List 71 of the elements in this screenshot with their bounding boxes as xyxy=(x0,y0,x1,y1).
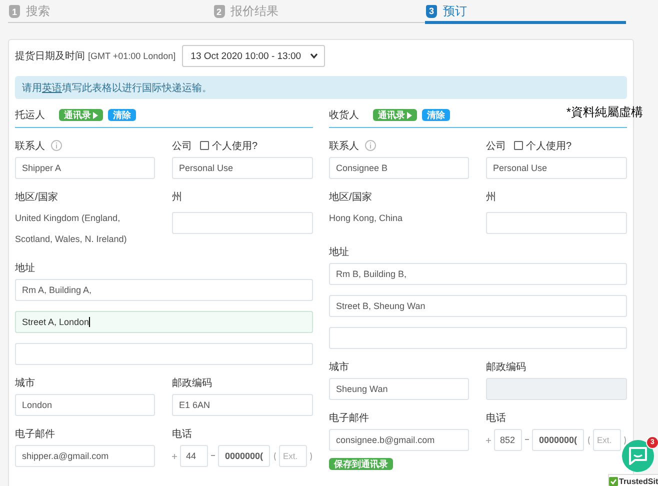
bracket-icon xyxy=(624,436,627,444)
extension-field[interactable]: Ext. xyxy=(593,429,621,451)
address-field[interactable]: Rm A, Building A, xyxy=(15,279,313,301)
contact-field[interactable]: Consignee B xyxy=(329,157,469,179)
contact-field[interactable]: Shipper A xyxy=(15,157,155,179)
plus-icon xyxy=(172,454,177,458)
country-code-field[interactable]: 852 xyxy=(494,429,522,451)
checkbox-label: 个人使用? xyxy=(526,140,572,152)
field-label: 公司 xyxy=(486,140,506,152)
company-field[interactable]: Personal Use xyxy=(172,157,313,179)
trust-badge[interactable]: TrustedSit xyxy=(608,474,658,486)
field-label: 电话 xyxy=(486,412,506,424)
city-field[interactable]: London xyxy=(15,394,155,416)
dash-icon xyxy=(525,439,529,441)
field-label: 地区/国家 xyxy=(15,190,58,204)
state-field[interactable] xyxy=(486,212,627,234)
dash-icon xyxy=(211,455,215,457)
triangle-icon xyxy=(93,112,98,118)
field-label: 地址 xyxy=(15,262,35,274)
party-title: 托运人 xyxy=(15,108,45,122)
bracket-icon xyxy=(310,452,313,460)
field-label: 联系人 xyxy=(15,140,45,152)
field-label: 电子邮件 xyxy=(15,428,55,440)
step-tab[interactable]: 3 预订 xyxy=(425,0,626,24)
field-label: 电子邮件 xyxy=(329,412,369,424)
info-icon xyxy=(365,140,376,151)
country-text: Hong Kong, China xyxy=(329,212,404,225)
email-field[interactable]: consignee.b@gmail.com xyxy=(329,429,469,451)
field-label: 邮政编码 xyxy=(172,376,212,390)
field-label: 州 xyxy=(172,190,182,204)
address-field[interactable] xyxy=(329,327,627,349)
phone-field[interactable]: 0000000( xyxy=(218,445,270,467)
triangle-icon xyxy=(407,112,412,118)
pickup-label: 提货日期及时间 xyxy=(15,50,85,63)
pickup-select[interactable]: 13 Oct 2020 10:00 - 13:00 xyxy=(182,45,326,67)
bracket-icon xyxy=(587,436,590,444)
notice-text: 请用英语填写此表格以进行国际快递运输。 xyxy=(22,82,212,94)
field-label: 州 xyxy=(486,190,496,204)
field-label: 电话 xyxy=(172,428,192,440)
postcode-field[interactable]: E1 6AN xyxy=(172,394,313,416)
phone-field[interactable]: 0000000( xyxy=(532,429,584,451)
language-link[interactable]: 英语 xyxy=(42,82,62,94)
address-field[interactable] xyxy=(15,343,313,365)
bracket-icon xyxy=(273,452,276,460)
field-label: 城市 xyxy=(15,376,35,390)
address-field[interactable]: Street B, Sheung Wan xyxy=(329,295,627,317)
annotation-text: *資料純屬虛構 xyxy=(566,104,643,121)
address-field[interactable]: Rm B, Building B, xyxy=(329,263,627,285)
party-title: 收货人 xyxy=(329,109,359,122)
chat-icon xyxy=(628,447,648,465)
country-text: United Kingdom (England, Scotland, Wales, N. Ireland) xyxy=(15,212,128,246)
field-label: 联系人 xyxy=(329,140,359,152)
caret-icon xyxy=(310,53,318,59)
company-field[interactable]: Personal Use xyxy=(486,157,627,179)
state-field[interactable] xyxy=(172,212,313,234)
checkbox[interactable] xyxy=(200,141,209,150)
email-field[interactable]: shipper.a@gmail.com xyxy=(15,445,155,467)
field-label: 城市 xyxy=(329,360,349,374)
address-field[interactable]: Street A, London xyxy=(15,311,313,333)
field-label: 地区/国家 xyxy=(329,190,372,204)
timezone-label: [GMT +01:00 London] xyxy=(88,51,176,61)
country-code-field[interactable]: 44 xyxy=(180,445,208,467)
info-icon xyxy=(51,140,62,151)
field-label: 地址 xyxy=(329,246,349,258)
field-label: 公司 xyxy=(172,140,192,152)
plus-icon xyxy=(486,438,491,442)
checkbox[interactable] xyxy=(514,141,523,150)
field-label: 邮政编码 xyxy=(486,360,526,374)
extension-field[interactable]: Ext. xyxy=(279,445,307,467)
city-field[interactable]: Sheung Wan xyxy=(329,378,469,400)
checkbox-label: 个人使用? xyxy=(212,140,258,152)
